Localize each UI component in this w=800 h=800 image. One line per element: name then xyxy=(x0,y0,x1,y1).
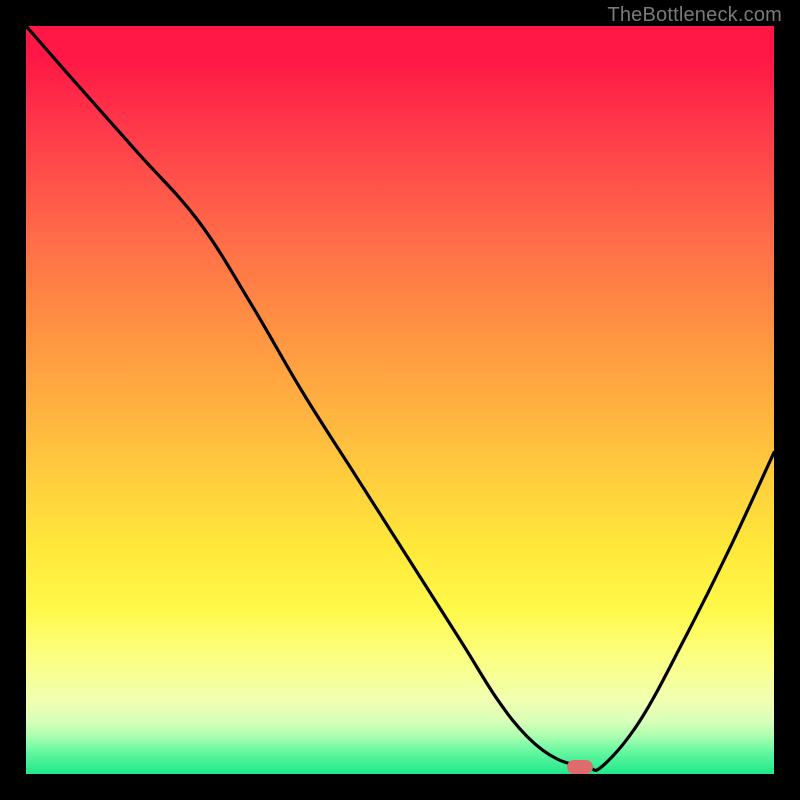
chart-frame: TheBottleneck.com xyxy=(0,0,800,800)
optimal-point-marker xyxy=(567,760,593,774)
attribution-watermark: TheBottleneck.com xyxy=(607,4,782,27)
bottleneck-curve-path xyxy=(26,26,774,770)
plot-area xyxy=(26,26,774,774)
line-overlay xyxy=(26,26,774,774)
